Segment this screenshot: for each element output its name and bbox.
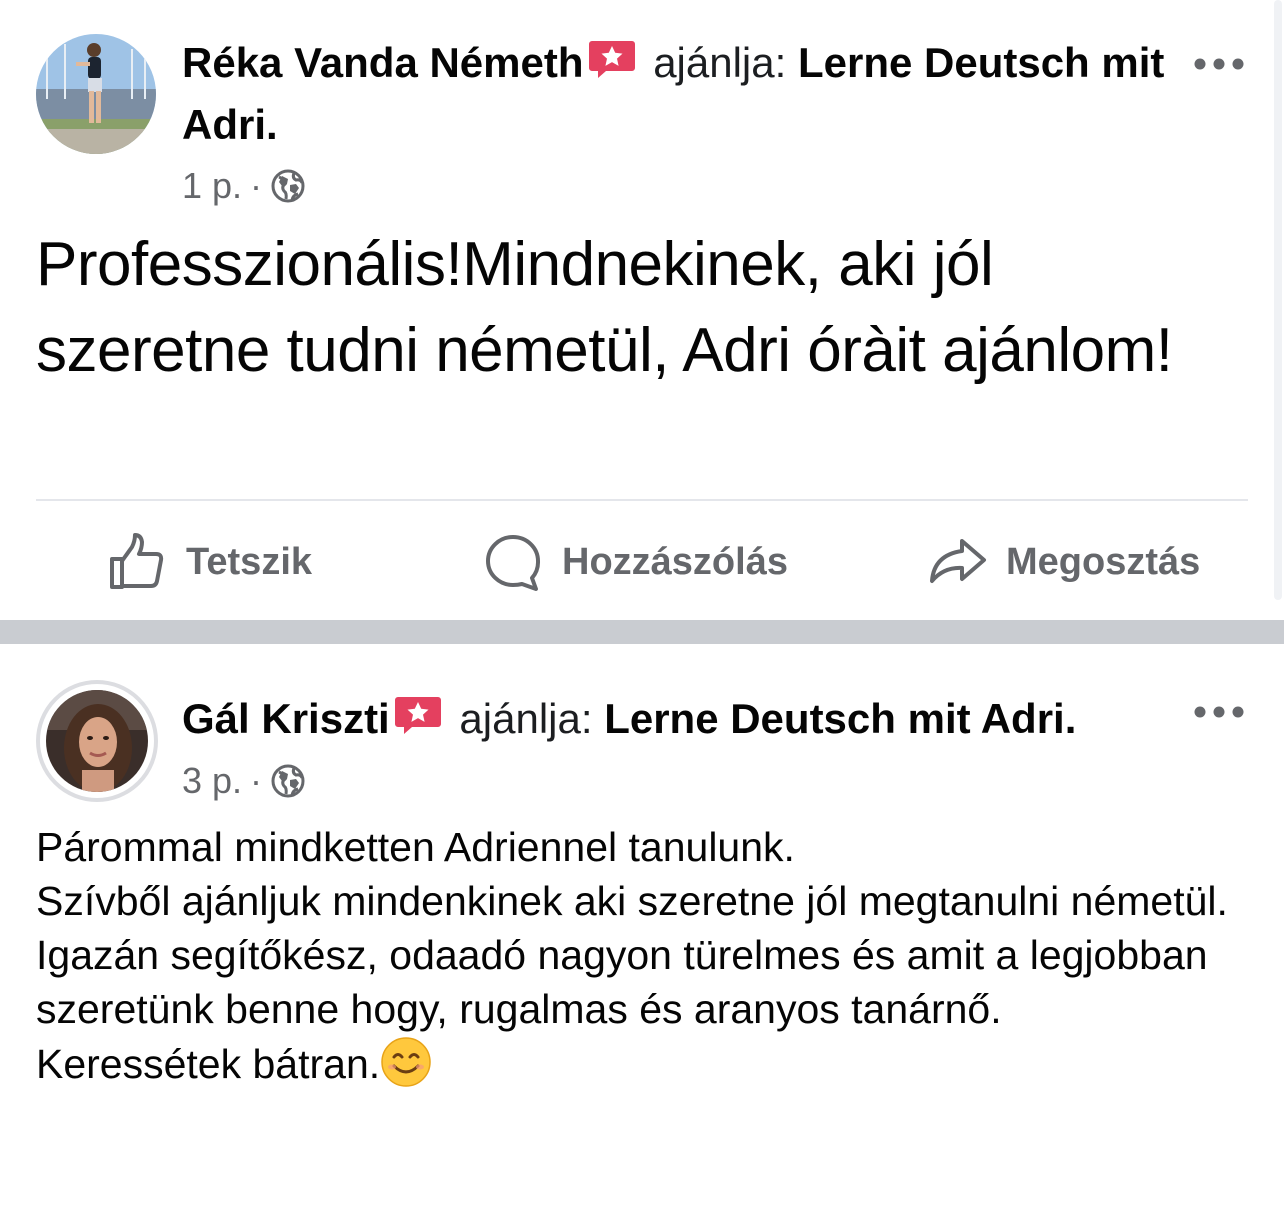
- post-meta: 3 p. ·: [182, 760, 306, 802]
- post-text: Professzionális!Mindnekinek, aki jól sze…: [36, 230, 1173, 385]
- comment-label: Hozzászólás: [562, 540, 788, 583]
- post-timestamp[interactable]: 1 p.: [182, 165, 242, 207]
- post-text-line: Keressétek bátran.: [36, 1041, 381, 1087]
- feed-separator: [0, 620, 1284, 644]
- globe-icon: [271, 169, 305, 203]
- share-arrow-icon: [930, 539, 986, 583]
- recommends-verb: ajánlja:: [653, 39, 787, 86]
- avatar-photo: [36, 34, 156, 154]
- author-avatar[interactable]: [36, 34, 156, 154]
- post-header-text: Gál Kriszti ajánlja: Lerne Deutsch mit A…: [182, 688, 1174, 750]
- thumbs-up-icon: [110, 533, 164, 589]
- post-text-line-last: Keressétek bátran.: [36, 1036, 1256, 1091]
- recommends-verb: ajánlja:: [459, 695, 593, 742]
- recommend-badge-icon: [588, 34, 636, 78]
- smiling-face-emoji: [381, 1037, 431, 1087]
- post-text-line: Szívből ajánljuk mindenkinek aki szeretn…: [36, 878, 1228, 924]
- comment-button[interactable]: Hozzászólás: [482, 520, 788, 604]
- post-card: Réka Vanda Németh ajánlja: Lerne Deutsch…: [0, 0, 1284, 620]
- author-avatar[interactable]: [46, 690, 148, 792]
- post-meta: 1 p. ·: [182, 165, 306, 207]
- like-button[interactable]: Tetszik: [106, 520, 312, 604]
- author-name[interactable]: Gál Kriszti: [182, 695, 390, 742]
- comment-bubble-icon: [486, 535, 540, 591]
- globe-icon: [271, 764, 305, 798]
- post-actions: Tetszik Hozzászólás Megosztás: [0, 520, 1284, 604]
- post-timestamp[interactable]: 3 p.: [182, 760, 242, 802]
- post-text-line: Párommal mindketten Adriennel tanulunk.: [36, 824, 795, 870]
- meta-separator: ·: [250, 165, 263, 206]
- scrollbar[interactable]: [1274, 0, 1282, 600]
- share-label: Megosztás: [1006, 540, 1201, 583]
- share-button[interactable]: Megosztás: [926, 520, 1200, 604]
- post-card: Gál Kriszti ajánlja: Lerne Deutsch mit A…: [0, 644, 1284, 1221]
- like-label: Tetszik: [186, 540, 313, 583]
- post-text-line: Igazán segítőkész, odaadó nagyon türelme…: [36, 932, 1208, 1032]
- page-name-link[interactable]: Lerne Deutsch mit Adri.: [604, 695, 1076, 742]
- recommend-badge-icon: [394, 690, 442, 734]
- action-divider: [36, 499, 1248, 501]
- post-text: Párommal mindketten Adriennel tanulunk. …: [36, 820, 1256, 1091]
- more-options-icon[interactable]: [1192, 702, 1246, 722]
- more-options-icon[interactable]: [1192, 54, 1246, 74]
- meta-separator: ·: [250, 760, 263, 801]
- author-name[interactable]: Réka Vanda Németh: [182, 39, 584, 86]
- avatar-photo: [46, 690, 148, 792]
- post-header-text: Réka Vanda Németh ajánlja: Lerne Deutsch…: [182, 32, 1174, 156]
